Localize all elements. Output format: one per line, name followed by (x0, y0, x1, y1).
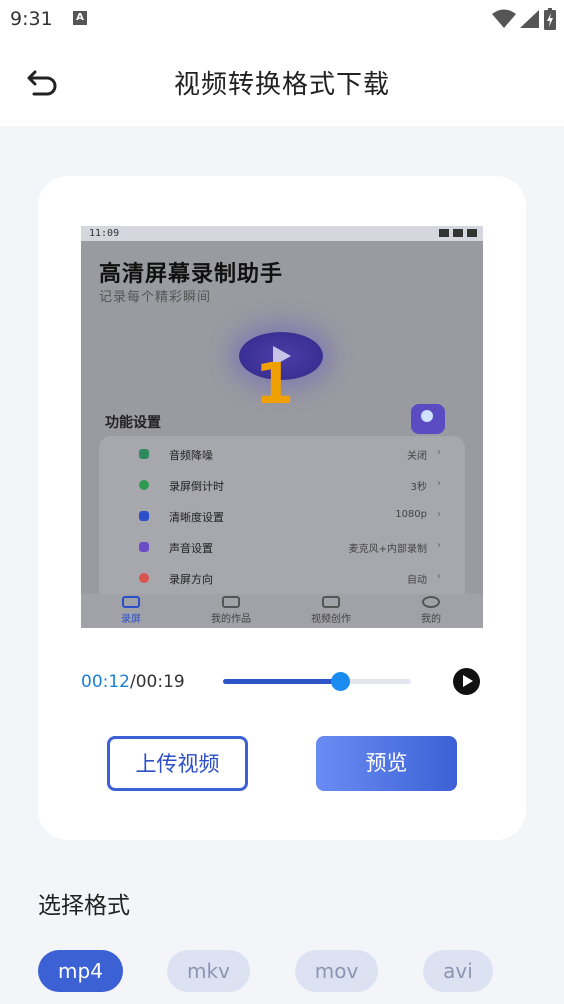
wifi-icon (492, 9, 516, 28)
format-chip-mp4[interactable]: mp4 (38, 950, 123, 992)
battery-charging-icon (544, 8, 556, 30)
upload-video-button[interactable]: 上传视频 (107, 736, 248, 791)
playback-time: 00:12/00:19 (81, 672, 185, 692)
preview-countdown: 1 (255, 352, 294, 417)
format-chip-mov[interactable]: mov (295, 950, 378, 992)
tab-label: 录屏 (121, 614, 141, 625)
chevron-right-icon: › (437, 447, 441, 458)
setting-value: 麦克风+内部录制 (348, 544, 427, 555)
preview-robot-icon (411, 404, 445, 434)
rotate-icon (139, 573, 149, 583)
preview-section-title: 功能设置 (105, 415, 161, 431)
sound-icon (139, 542, 149, 552)
preview-app-subtitle: 记录每个精彩瞬间 (99, 290, 212, 305)
video-card: 11:09 高清屏幕录制助手 记录每个精彩瞬间 1 功能设置 音频降噪 关闭 ›… (38, 176, 526, 840)
chevron-right-icon: › (437, 571, 441, 582)
status-bar: 9:31 A (0, 0, 564, 38)
video-preview[interactable]: 11:09 高清屏幕录制助手 记录每个精彩瞬间 1 功能设置 音频降噪 关闭 ›… (81, 226, 483, 628)
preview-settings-panel: 音频降噪 关闭 › 录屏倒计时 3秒 › 清晰度设置 1080p › 声音设置 … (99, 436, 465, 606)
progress-fill (223, 679, 340, 684)
status-icons (492, 8, 556, 30)
camera-icon (122, 596, 140, 608)
preview-setting-row: 清晰度设置 1080p › (99, 506, 465, 528)
progress-thumb[interactable] (330, 672, 350, 691)
preview-app-title: 高清屏幕录制助手 (99, 262, 284, 287)
chevron-right-icon: › (437, 478, 441, 489)
preview-tab-create: 视频创作 (301, 596, 361, 625)
total-time: 00:19 (135, 672, 185, 692)
setting-label: 声音设置 (169, 542, 213, 555)
setting-label: 录屏倒计时 (169, 480, 224, 493)
preview-tab-record: 录屏 (101, 596, 161, 625)
chevron-right-icon: › (437, 540, 441, 551)
current-time: 00:12 (81, 672, 130, 692)
tab-label: 我的 (421, 614, 441, 625)
cellular-signal-icon (520, 10, 539, 28)
format-chip-avi[interactable]: avi (423, 950, 493, 992)
preview-tab-works: 我的作品 (201, 596, 261, 625)
setting-value: 自动 (407, 575, 427, 586)
setting-label: 录屏方向 (169, 573, 213, 586)
preview-setting-row: 声音设置 麦克风+内部录制 › (99, 537, 465, 559)
progress-slider[interactable] (223, 672, 411, 691)
app-header: 视频转换格式下载 (0, 38, 564, 126)
setting-value: 关闭 (407, 451, 427, 462)
preview-tab-bar: 录屏 我的作品 视频创作 我的 (81, 594, 483, 628)
preview-setting-row: 音频降噪 关闭 › (99, 444, 465, 466)
play-button[interactable] (453, 668, 480, 695)
tab-label: 视频创作 (311, 614, 351, 625)
setting-value: 3秒 (410, 482, 427, 493)
setting-value: 1080p (395, 509, 427, 520)
preview-setting-row: 录屏倒计时 3秒 › (99, 475, 465, 497)
format-section-title: 选择格式 (38, 893, 130, 919)
status-time: 9:31 (10, 8, 53, 30)
chevron-right-icon: › (437, 509, 441, 520)
preview-button[interactable]: 预览 (316, 736, 457, 791)
tab-label: 我的作品 (211, 614, 251, 625)
resolution-icon (139, 511, 149, 521)
setting-label: 音频降噪 (169, 449, 213, 462)
folder-icon (222, 596, 240, 608)
magic-wand-icon (322, 596, 340, 608)
notification-a-icon: A (73, 11, 87, 25)
user-icon (422, 596, 440, 608)
preview-status-time: 11:09 (89, 228, 120, 239)
preview-setting-row: 录屏方向 自动 › (99, 568, 465, 590)
timer-icon (139, 480, 149, 490)
format-chip-mkv[interactable]: mkv (167, 950, 250, 992)
page-title: 视频转换格式下载 (173, 70, 390, 100)
preview-status-icons (439, 229, 477, 237)
noise-icon (139, 449, 149, 459)
setting-label: 清晰度设置 (169, 511, 224, 524)
preview-tab-mine: 我的 (401, 596, 461, 625)
preview-status-bar: 11:09 (81, 226, 483, 241)
